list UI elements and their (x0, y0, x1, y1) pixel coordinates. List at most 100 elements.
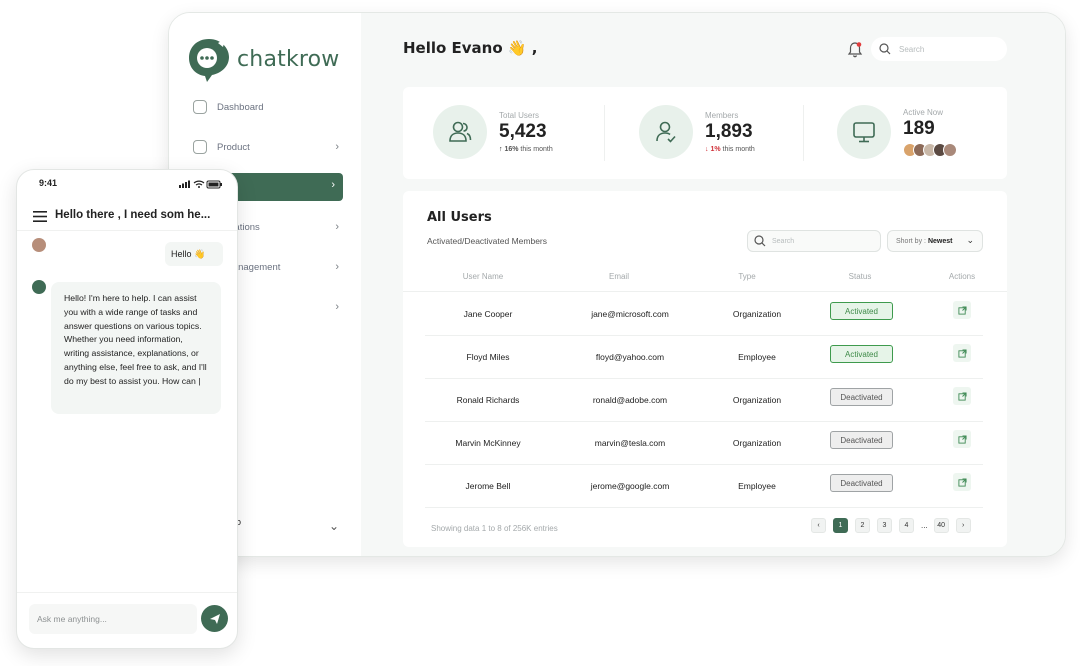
search-placeholder: Search (899, 44, 925, 54)
stat-value: 1,893 (705, 121, 753, 142)
table-row: Jerome Bell jerome@google.com Employee D… (425, 465, 983, 508)
cell-type: Organization (732, 309, 782, 319)
search-icon (754, 235, 766, 247)
users-table-card: All Users Activated/Deactivated Members … (403, 191, 1007, 547)
column-header-user-name: User Name (462, 272, 504, 281)
table-row: Jane Cooper jane@microsoft.com Organizat… (425, 293, 983, 336)
chevron-right-icon: › (335, 301, 339, 313)
edit-row-button[interactable] (953, 387, 971, 405)
chat-input[interactable]: Ask me anything... (29, 604, 197, 634)
external-link-icon (957, 434, 967, 444)
page-button-4[interactable]: 4 (899, 518, 914, 533)
sidebar-item-product[interactable]: Product › (193, 133, 343, 161)
chat-phone: 9:41 Hello there , I need som he... Hell… (16, 169, 238, 649)
page-button-40[interactable]: 40 (933, 518, 949, 533)
product-icon (193, 140, 207, 154)
stat-members: Members 1,893 ↓ 1% this month (639, 105, 755, 159)
cell-name: Jane Cooper (463, 309, 513, 319)
status-badge: Deactivated (830, 388, 893, 406)
stats-card: Total Users 5,423 ↑ 16% this month Membe… (403, 87, 1007, 179)
page-button-3[interactable]: 3 (877, 518, 892, 533)
cell-name: Ronald Richards (456, 395, 520, 405)
edit-row-button[interactable] (953, 430, 971, 448)
search-input[interactable]: Search (871, 37, 1007, 61)
brand-logo: chatkrow (185, 35, 340, 83)
sidebar-item-dashboard[interactable]: Dashboard (193, 93, 343, 121)
sort-dropdown[interactable]: Short by : Newest ⌄ (887, 230, 983, 252)
divider (17, 230, 237, 231)
external-link-icon (957, 305, 967, 315)
status-time: 9:41 (39, 178, 58, 188)
dashboard-window: chatkrow Dashboard Product › › anization… (168, 12, 1066, 557)
search-icon (879, 43, 891, 55)
external-link-icon (957, 391, 967, 401)
table-search-input[interactable]: Search (747, 230, 881, 252)
chevron-down-icon[interactable]: ⌄ (329, 519, 339, 533)
status-badge: Deactivated (830, 431, 893, 449)
cell-name: Marvin McKinney (455, 438, 521, 448)
search-placeholder: Search (772, 237, 795, 245)
page-button-1[interactable]: 1 (833, 518, 848, 533)
stat-value: 189 (903, 117, 935, 139)
cell-email: ronald@adobe.com (592, 395, 668, 405)
table-footer-count: Showing data 1 to 8 of 256K entries (431, 524, 558, 533)
bot-avatar (32, 280, 46, 294)
stat-value: 5,423 (499, 121, 547, 142)
active-avatars (903, 142, 957, 157)
stat-trend: ↓ 1% this month (705, 146, 755, 153)
arrow-down-icon: ↓ (705, 146, 709, 153)
external-link-icon (957, 477, 967, 487)
stat-icon-wrap (639, 105, 693, 159)
send-button[interactable] (201, 605, 228, 632)
external-link-icon (957, 348, 967, 358)
cell-name: Jerome Bell (465, 481, 511, 491)
table-row: Ronald Richards ronald@adobe.com Organiz… (425, 379, 983, 422)
table-title: All Users (427, 210, 492, 225)
divider (604, 105, 605, 161)
page-prev-button[interactable]: ‹ (811, 518, 826, 533)
brand-name: chatkrow (237, 46, 340, 72)
users-icon (449, 121, 472, 142)
trend-value: 1% (710, 146, 721, 153)
cell-email: floyd@yahoo.com (595, 352, 665, 362)
edit-row-button[interactable] (953, 344, 971, 362)
page-next-button[interactable]: › (955, 518, 971, 533)
status-badge: Deactivated (830, 474, 893, 492)
stat-label: Members (705, 111, 739, 120)
cell-email: marvin@tesla.com (594, 438, 666, 448)
page-button-2[interactable]: 2 (855, 518, 870, 533)
status-badge: Activated (830, 302, 893, 320)
edit-row-button[interactable] (953, 473, 971, 491)
stat-label: Active Now (903, 107, 944, 117)
cell-type: Organization (732, 395, 782, 405)
chevron-right-icon: › (335, 141, 339, 153)
user-message: Hello 👋 (165, 242, 223, 266)
stat-label: Total Users (499, 111, 540, 120)
status-bar-icons (179, 180, 222, 189)
cell-type: Employee (738, 352, 776, 362)
notification-bell-icon[interactable] (847, 41, 863, 59)
page-title: Hello Evano 👋 , (403, 39, 538, 57)
avatar (943, 142, 957, 157)
main-content: Hello Evano 👋 , Search Total Users 5,423… (361, 13, 1065, 556)
dashboard-icon (193, 100, 207, 114)
column-header-email: Email (608, 272, 629, 281)
stat-total-users: Total Users 5,423 ↑ 16% this month (433, 105, 553, 159)
stat-icon-wrap (433, 105, 487, 159)
trend-value: 16% (504, 146, 519, 153)
hamburger-menu-icon[interactable] (33, 211, 47, 222)
page-ellipsis: ... (921, 521, 928, 530)
column-header-status: Status (848, 272, 872, 281)
stat-active-now: Active Now 189 (837, 105, 957, 159)
sort-label: Short by : (896, 237, 926, 245)
edit-row-button[interactable] (953, 301, 971, 319)
divider (803, 105, 804, 161)
column-header-type: Type (738, 272, 756, 281)
user-avatar (32, 238, 46, 252)
bot-message: Hello! I'm here to help. I can assist yo… (51, 282, 221, 414)
cell-email: jane@microsoft.com (591, 309, 669, 319)
table-row: Floyd Miles floyd@yahoo.com Employee Act… (425, 336, 983, 379)
sidebar-item-label: Product (217, 141, 250, 153)
member-check-icon (656, 121, 676, 143)
divider (17, 592, 237, 593)
